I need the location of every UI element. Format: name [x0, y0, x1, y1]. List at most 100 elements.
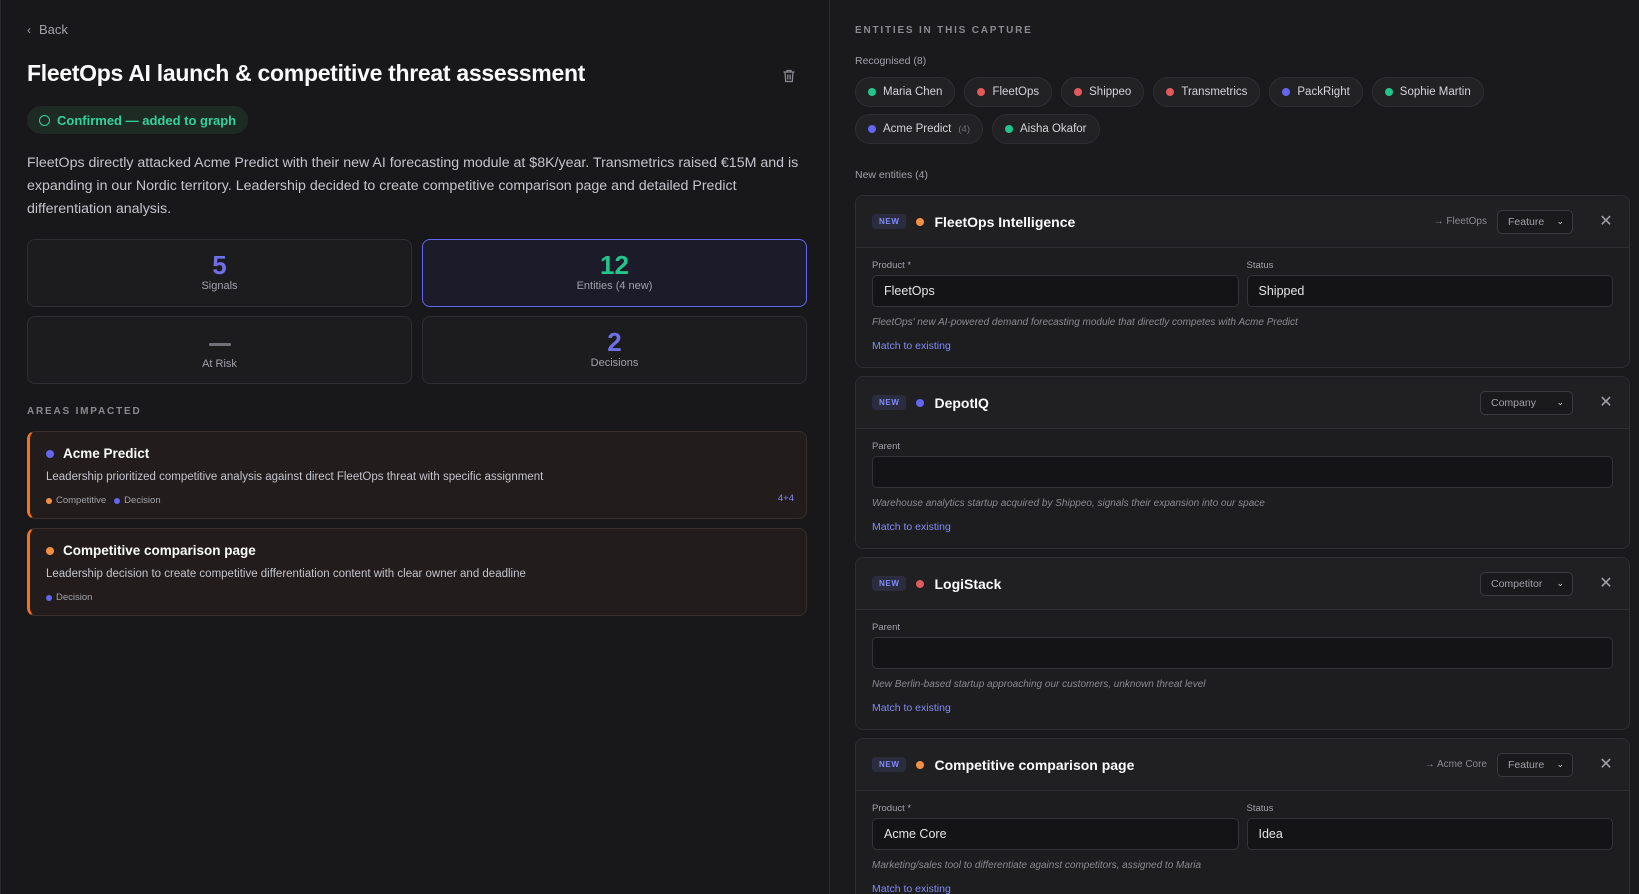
chevron-down-icon: ⌄ [1556, 578, 1564, 588]
chevron-down-icon: ⌄ [1556, 216, 1564, 226]
entity-name: DepotIQ [934, 394, 989, 411]
empty-dash [208, 343, 231, 346]
new-entity-card: NEW DepotIQ Company ⌄ ✕ Parent Warehouse … [855, 376, 1630, 549]
stat-value: 2 [607, 327, 622, 357]
stat-entities[interactable]: 12 Entities (4 new) [422, 239, 807, 307]
match-existing-link[interactable]: Match to existing [872, 883, 951, 894]
new-entities-label: New entities (4) [855, 169, 928, 181]
match-existing-link[interactable]: Match to existing [872, 521, 951, 533]
entity-type-select[interactable]: Company ⌄ [1480, 390, 1573, 415]
status-field[interactable]: Idea [1246, 818, 1613, 850]
parent-field[interactable] [872, 456, 1613, 488]
capture-detail-panel: ‹ Back FleetOps AI launch & competitive … [0, 0, 830, 894]
entity-dot [916, 579, 925, 588]
check-circle-icon [39, 114, 50, 126]
entity-chip[interactable]: Shippeo [1061, 77, 1145, 107]
area-card[interactable]: Acme Predict Leadership prioritized comp… [27, 431, 807, 519]
entity-name: FleetOps Intelligence [934, 213, 1076, 230]
entity-chip[interactable]: Sophie Martin [1371, 77, 1484, 107]
entity-chip[interactable]: PackRight [1269, 77, 1363, 107]
product-field[interactable]: FleetOps [872, 275, 1239, 307]
entity-dot [977, 88, 986, 96]
entity-dot [1282, 88, 1291, 96]
stat-label: Decisions [590, 357, 639, 369]
stat-label: Signals [201, 280, 238, 292]
entity-dot [916, 398, 925, 407]
capture-summary: FleetOps directly attacked Acme Predict … [27, 155, 799, 217]
stat-decisions[interactable]: 2 Decisions [422, 316, 807, 384]
area-card[interactable]: Competitive comparison page Leadership d… [27, 528, 807, 616]
recognised-label: Recognised (8) [855, 55, 927, 67]
recognised-chips: Maria Chen FleetOps Shippeo Transmetrics… [855, 77, 1615, 144]
stat-label: Entities (4 new) [576, 280, 653, 292]
page-title: FleetOps AI launch & competitive threat … [27, 60, 586, 86]
close-icon[interactable]: ✕ [1599, 575, 1613, 591]
entity-description: New Berlin-based startup approaching our… [872, 679, 1206, 690]
entity-description: Warehouse analytics startup acquired by … [872, 498, 1265, 509]
chevron-down-icon: ⌄ [1556, 397, 1564, 407]
new-badge: NEW [872, 757, 907, 772]
field-label: Product * [872, 260, 912, 271]
field-label: Parent [872, 622, 900, 633]
entity-dot [1074, 88, 1083, 96]
stat-signals[interactable]: 5 Signals [27, 239, 412, 307]
entity-name: Competitive comparison page [934, 756, 1135, 773]
stat-label: At Risk [202, 358, 237, 370]
entity-chip[interactable]: Maria Chen [855, 77, 956, 107]
field-label: Status [1246, 803, 1274, 814]
entity-name: LogiStack [934, 575, 1002, 592]
area-description: Leadership prioritized competitive analy… [46, 471, 544, 483]
entity-type-select[interactable]: Competitor ⌄ [1480, 571, 1573, 596]
entity-parent-link[interactable]: → FleetOps [1434, 216, 1487, 227]
entity-type-select[interactable]: Feature ⌄ [1497, 752, 1573, 777]
area-dot [46, 546, 54, 555]
field-label: Parent [872, 441, 900, 452]
entity-type-select[interactable]: Feature ⌄ [1497, 209, 1573, 234]
new-badge: NEW [872, 214, 907, 229]
area-tag: Decision [114, 495, 161, 506]
area-description: Leadership decision to create competitiv… [46, 568, 526, 580]
stat-value: 12 [600, 250, 629, 280]
area-dot [46, 449, 54, 458]
entity-chip[interactable]: Acme Predict (4) [855, 114, 984, 144]
product-field[interactable]: Acme Core [872, 818, 1239, 850]
entity-parent-link[interactable]: → Acme Core [1425, 759, 1487, 770]
areas-impacted-label: AREAS IMPACTED [27, 406, 142, 417]
chevron-down-icon: ⌄ [1556, 759, 1564, 769]
entity-description: FleetOps' new AI-powered demand forecast… [872, 317, 1298, 328]
area-tag: Decision [46, 592, 92, 603]
field-label: Product * [872, 803, 912, 814]
entity-dot [1166, 88, 1175, 96]
area-name: Acme Predict [63, 446, 150, 461]
entity-chip[interactable]: FleetOps [964, 77, 1053, 107]
match-existing-link[interactable]: Match to existing [872, 702, 951, 714]
match-existing-link[interactable]: Match to existing [872, 340, 951, 352]
new-badge: NEW [872, 395, 907, 410]
entity-description: Marketing/sales tool to differentiate ag… [872, 860, 1202, 871]
chevron-left-icon: ‹ [27, 22, 31, 37]
entity-chip[interactable]: Aisha Okafor [992, 114, 1100, 144]
entities-panel: ENTITIES IN THIS CAPTURE Recognised (8) … [831, 0, 1639, 894]
status-field[interactable]: Shipped [1246, 275, 1613, 307]
close-icon[interactable]: ✕ [1599, 756, 1613, 772]
entity-dot [916, 760, 925, 769]
close-icon[interactable]: ✕ [1599, 394, 1613, 410]
entity-dot [868, 125, 876, 133]
close-icon[interactable]: ✕ [1599, 213, 1613, 229]
entities-heading: ENTITIES IN THIS CAPTURE [855, 25, 1033, 36]
entity-dot [868, 88, 876, 96]
back-link[interactable]: ‹ Back [27, 22, 68, 37]
field-label: Status [1246, 260, 1274, 271]
stat-at-risk[interactable]: At Risk [27, 316, 412, 384]
trash-icon[interactable] [781, 68, 797, 84]
area-count: 4+4 [777, 493, 794, 504]
stat-value: 5 [212, 250, 227, 280]
new-entity-card: NEW FleetOps Intelligence → FleetOps Fea… [855, 195, 1630, 368]
area-name: Competitive comparison page [63, 543, 256, 558]
new-entity-card: NEW LogiStack Competitor ⌄ ✕ Parent New B… [855, 557, 1630, 730]
new-entity-card: NEW Competitive comparison page → Acme C… [855, 738, 1630, 894]
entity-chip[interactable]: Transmetrics [1153, 77, 1261, 107]
new-badge: NEW [872, 576, 907, 591]
parent-field[interactable] [872, 637, 1613, 669]
status-badge: Confirmed — added to graph [27, 106, 249, 134]
